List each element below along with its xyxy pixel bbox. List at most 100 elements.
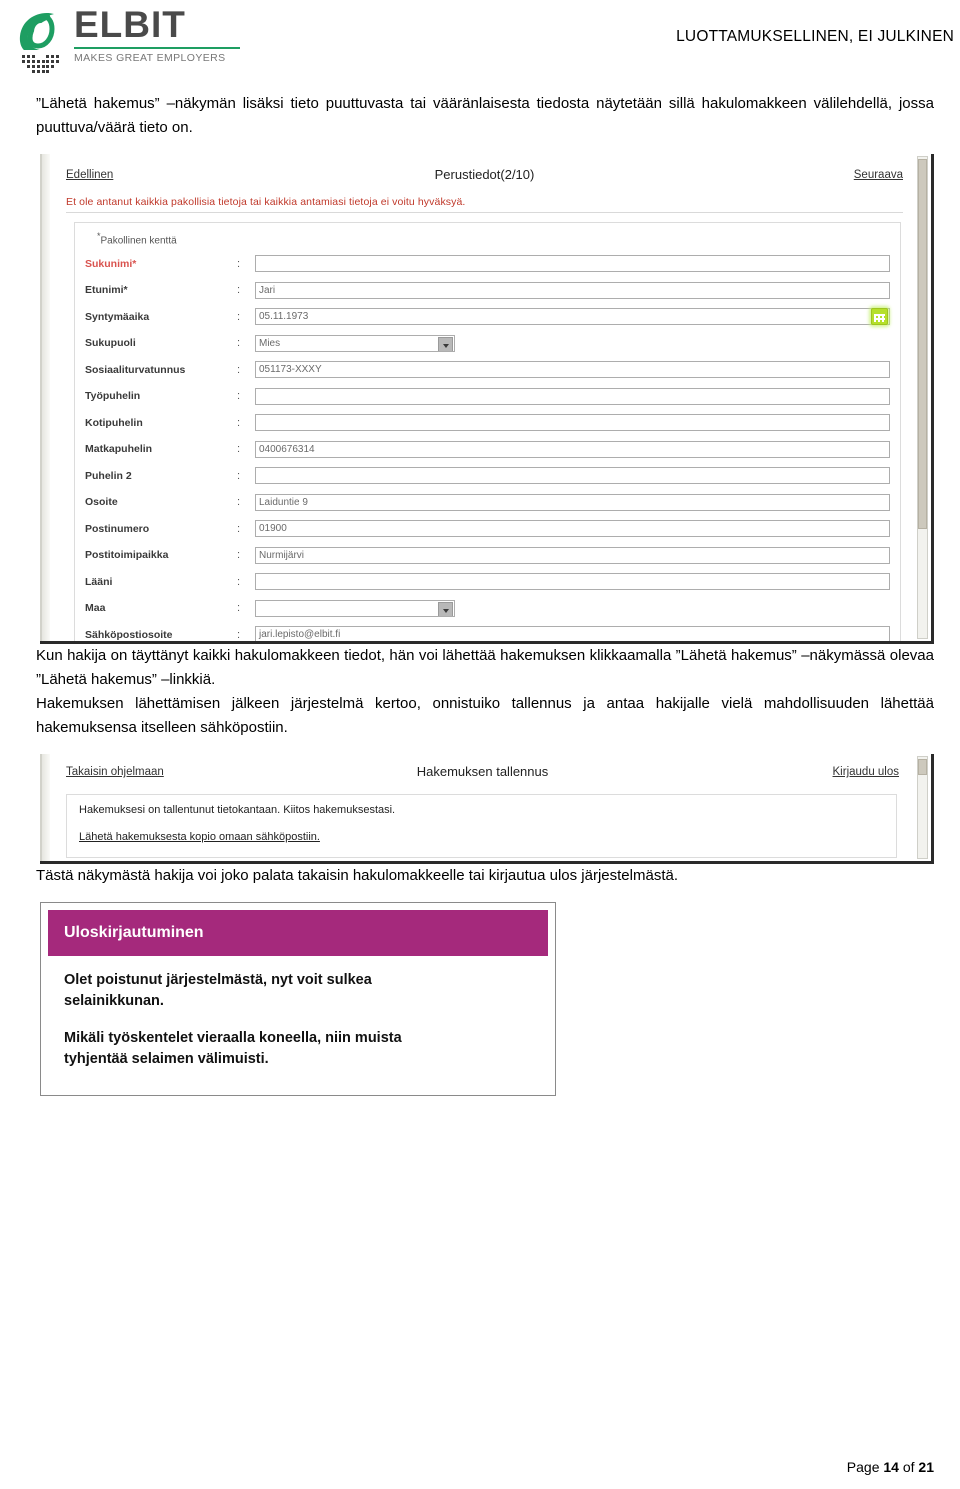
field-input-cell: 0400676314 [255, 436, 890, 463]
logo-divider [74, 47, 240, 49]
form-field-row: Etunimi*: Jari [85, 277, 890, 304]
field-input-cell: jari.lepisto@elbit.fi [255, 621, 890, 641]
save-message-panel: Hakemuksesi on tallentunut tietokantaan.… [66, 794, 897, 858]
mandatory-field-note: *Pakollinen kenttä [97, 231, 177, 247]
field-colon: : [237, 257, 241, 270]
field-label: Syntymäaika [85, 310, 150, 323]
next-page-link[interactable]: Seuraava [854, 169, 903, 181]
field-label: Postitoimipaikka [85, 549, 169, 562]
footer-of-label: of [902, 1459, 915, 1475]
field-label: Työpuhelin [85, 390, 141, 403]
field-colon: : [237, 575, 241, 588]
field-input-cell: Jari [255, 277, 890, 304]
form-field-row: Sähköpostiosoite: jari.lepisto@elbit.fi [85, 621, 890, 641]
field-colon: : [237, 363, 241, 376]
field-textbox[interactable]: jari.lepisto@elbit.fi [255, 626, 890, 641]
field-select[interactable]: Mies [255, 334, 455, 352]
field-textbox[interactable]: 05.11.1973 [255, 308, 890, 326]
field-textbox[interactable] [255, 255, 890, 273]
field-input-cell [255, 568, 890, 595]
field-colon: : [237, 310, 241, 323]
form-vertical-scrollbar[interactable] [917, 156, 928, 639]
field-label: Etunimi* [85, 284, 128, 297]
field-label: Sukunimi* [85, 257, 137, 270]
form-field-row: Sukunimi*: [85, 250, 890, 277]
field-input-cell [255, 462, 890, 489]
field-textbox[interactable]: Nurmijärvi [255, 546, 890, 564]
form-field-row: Maa: [85, 595, 890, 622]
logout-link[interactable]: Kirjaudu ulos [833, 766, 899, 778]
field-textbox[interactable] [255, 467, 890, 485]
field-colon: : [237, 522, 241, 535]
field-input-cell: Nurmijärvi [255, 542, 890, 569]
page-header: ELBIT MAKES GREAT EMPLOYERS LUOTTAMUKSEL… [0, 0, 960, 92]
form-field-row: Postinumero: 01900 [85, 515, 890, 542]
form-field-row: Postitoimipaikka: Nurmijärvi [85, 542, 890, 569]
paragraph-1: ”Lähetä hakemus” –näkymän lisäksi tieto … [36, 95, 934, 136]
field-input-cell [255, 595, 890, 622]
form-field-row: Osoite: Laiduntie 9 [85, 489, 890, 516]
footer-total-pages: 21 [918, 1459, 934, 1475]
field-input-cell [255, 409, 890, 436]
footer-page-number: 14 [883, 1459, 899, 1475]
field-textbox[interactable]: 051173-XXXY [255, 361, 890, 379]
logout-panel-body: Olet poistunut järjestelmästä, nyt voit … [48, 956, 548, 1088]
field-textbox[interactable] [255, 387, 890, 405]
form-field-row: Matkapuhelin: 0400676314 [85, 436, 890, 463]
field-textbox[interactable]: 01900 [255, 520, 890, 538]
calendar-icon[interactable] [871, 308, 888, 326]
save-vertical-scrollbar[interactable] [917, 756, 928, 859]
form-error-message: Et ole antanut kaikkia pakollisia tietoj… [66, 196, 903, 213]
field-textbox[interactable] [255, 414, 890, 432]
form-field-row: Puhelin 2: [85, 462, 890, 489]
field-colon: : [237, 416, 241, 429]
form-field-row: Sukupuoli: Mies [85, 330, 890, 357]
chevron-down-icon[interactable] [438, 336, 453, 351]
scrollbar-thumb[interactable] [918, 759, 927, 775]
chevron-down-icon[interactable] [438, 601, 453, 616]
field-colon: : [237, 549, 241, 562]
field-select[interactable] [255, 599, 455, 617]
email-copy-link[interactable]: Lähetä hakemuksesta kopio omaan sähköpos… [79, 831, 320, 843]
field-textbox[interactable] [255, 573, 890, 591]
field-colon: : [237, 469, 241, 482]
logo-tagline: MAKES GREAT EMPLOYERS [74, 52, 226, 64]
save-page-title: Hakemuksen tallennus [416, 764, 549, 779]
elbit-logo: ELBIT MAKES GREAT EMPLOYERS [8, 6, 240, 78]
field-label: Matkapuhelin [85, 443, 153, 456]
field-input-cell [255, 383, 890, 410]
screenshot-logout: Uloskirjautuminen Olet poistunut järjest… [40, 902, 556, 1096]
paragraph-2: Kun hakija on täyttänyt kaikki hakulomak… [36, 647, 934, 688]
field-textbox[interactable]: 0400676314 [255, 440, 890, 458]
field-input-cell [255, 250, 890, 277]
field-label: Sukupuoli [85, 337, 136, 350]
form-field-row: Kotipuhelin: [85, 409, 890, 436]
logout-message-line-2: Mikäli työskentelet vieraalla koneella, … [64, 1030, 402, 1067]
form-panel: *Pakollinen kenttä Sukunimi*: Etunimi*: Ja… [74, 222, 901, 641]
field-colon: : [237, 443, 241, 456]
field-textbox[interactable]: Laiduntie 9 [255, 493, 890, 511]
logo-wordmark: ELBIT [74, 4, 186, 45]
form-page-title: Perustiedot(2/10) [434, 167, 535, 182]
field-label: Sähköpostiosoite [85, 628, 173, 641]
field-label: Sosiaaliturvatunnus [85, 363, 186, 376]
field-colon: : [237, 628, 241, 641]
field-label: Puhelin 2 [85, 469, 132, 482]
scrollbar-thumb[interactable] [918, 159, 927, 529]
field-colon: : [237, 284, 241, 297]
field-input-cell: 05.11.1973 [255, 303, 890, 330]
form-field-row: Syntymäaika: 05.11.1973 [85, 303, 890, 330]
field-label: Osoite [85, 496, 118, 509]
field-label: Maa [85, 602, 106, 615]
field-input-cell: Laiduntie 9 [255, 489, 890, 516]
field-colon: : [237, 602, 241, 615]
form-field-row: Sosiaaliturvatunnus: 051173-XXXY [85, 356, 890, 383]
logout-message-line-1: Olet poistunut järjestelmästä, nyt voit … [64, 972, 372, 1009]
save-navigation-bar: Takaisin ohjelmaan Hakemuksen tallennus … [66, 764, 899, 786]
footer-page-label: Page [846, 1459, 880, 1475]
field-input-cell: 01900 [255, 515, 890, 542]
field-colon: : [237, 390, 241, 403]
form-fields-table: Sukunimi*: Etunimi*: Jari Syntymäaika: 05.11… [85, 250, 890, 641]
field-textbox[interactable]: Jari [255, 281, 890, 299]
browser-left-strip [42, 154, 50, 641]
